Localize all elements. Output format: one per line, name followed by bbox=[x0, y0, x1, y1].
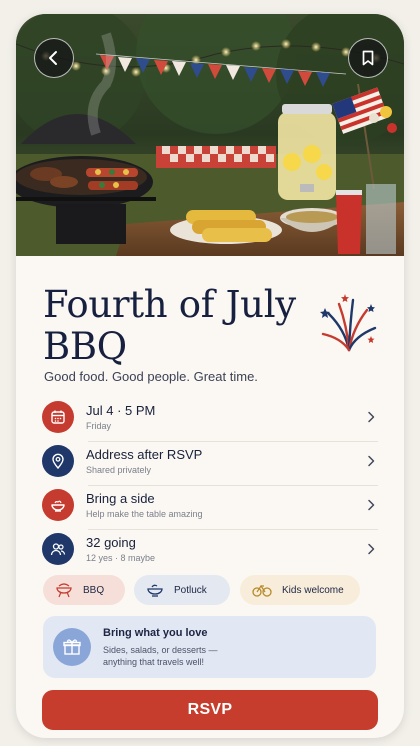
bookmark-icon bbox=[362, 50, 374, 66]
tag-label: Potluck bbox=[174, 584, 207, 596]
attendees-row[interactable]: 32 going 12 yes · 8 maybe bbox=[42, 527, 378, 571]
people-icon bbox=[42, 533, 74, 565]
banner-heading: Bring what you love bbox=[103, 626, 208, 639]
bring-side-subtext: Help make the table amazing bbox=[86, 509, 203, 519]
calendar-icon bbox=[42, 401, 74, 433]
attendee-breakdown-text: 12 yes · 8 maybe bbox=[86, 553, 156, 563]
event-screen: Fourth of July BBQ Good food. Good peopl… bbox=[16, 14, 404, 738]
address-text: Address after RSVP bbox=[86, 447, 203, 462]
address-subtext: Shared privately bbox=[86, 465, 152, 475]
bicycle-icon bbox=[252, 582, 272, 598]
chevron-right-icon bbox=[368, 499, 375, 511]
bowl-icon bbox=[146, 582, 164, 598]
hero-photo bbox=[16, 14, 404, 256]
chevron-right-icon bbox=[368, 411, 375, 423]
attendee-count-text: 32 going bbox=[86, 535, 136, 550]
tag-label: BBQ bbox=[83, 584, 105, 596]
address-row[interactable]: Address after RSVP Shared privately bbox=[42, 439, 378, 483]
tag-chip-potluck[interactable]: Potluck bbox=[134, 575, 230, 605]
date-day-text: Friday bbox=[86, 421, 112, 431]
bbq-scene-illustration bbox=[16, 14, 404, 256]
bring-side-row[interactable]: Bring a side Help make the table amazing bbox=[42, 483, 378, 527]
event-title: Fourth of July BBQ bbox=[43, 283, 296, 368]
chevron-right-icon bbox=[368, 455, 375, 467]
tag-label: Kids welcome bbox=[282, 584, 344, 596]
rsvp-button[interactable]: RSVP bbox=[42, 690, 378, 730]
tag-chip-bbq[interactable]: BBQ bbox=[43, 575, 125, 605]
bring-what-you-love-banner: Bring what you love Sides, salads, or de… bbox=[43, 616, 376, 678]
grill-icon bbox=[55, 582, 73, 598]
date-time-text: Jul 4 · 5 PM bbox=[86, 403, 156, 418]
gift-icon bbox=[53, 628, 91, 666]
tag-chip-kids-welcome[interactable]: Kids welcome bbox=[240, 575, 360, 605]
banner-text: Sides, salads, or desserts — anything th… bbox=[103, 644, 218, 667]
bowl-icon bbox=[42, 489, 74, 521]
chevron-right-icon bbox=[368, 543, 375, 555]
bring-side-text: Bring a side bbox=[86, 491, 155, 506]
event-tagline: Good food. Good people. Great time. bbox=[44, 369, 258, 384]
back-button[interactable] bbox=[34, 38, 74, 78]
bookmark-button[interactable] bbox=[348, 38, 388, 78]
date-time-row[interactable]: Jul 4 · 5 PM Friday bbox=[42, 395, 378, 439]
location-pin-icon bbox=[42, 445, 74, 477]
fireworks-icon bbox=[320, 294, 377, 352]
chevron-left-icon bbox=[49, 51, 57, 65]
